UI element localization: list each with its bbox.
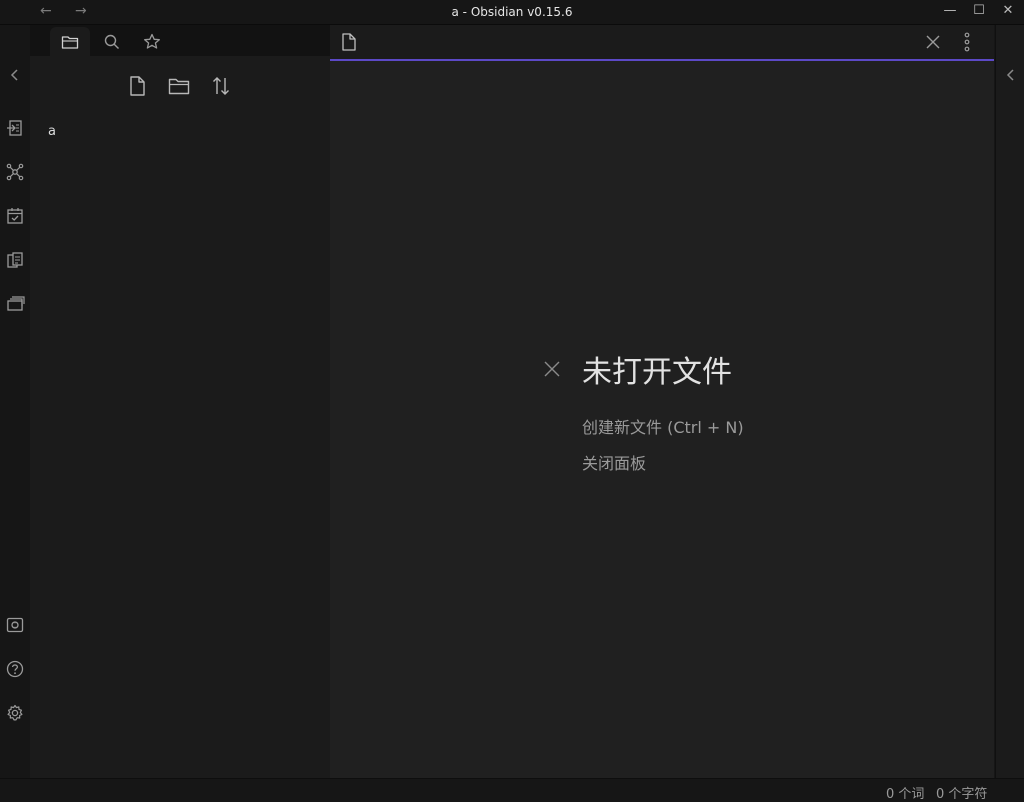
- file-item-a[interactable]: a: [44, 122, 60, 141]
- more-options-icon[interactable]: [958, 31, 976, 53]
- word-count: 0 个词: [886, 787, 925, 802]
- search-icon: [104, 34, 119, 49]
- file-icon: [342, 33, 356, 51]
- help-icon[interactable]: [5, 659, 25, 679]
- character-count: 0 个字符: [936, 787, 988, 802]
- folder-icon: [61, 36, 79, 49]
- star-icon: [144, 33, 160, 49]
- tab-files[interactable]: [50, 27, 90, 56]
- new-note-button[interactable]: [124, 73, 150, 99]
- close-icon[interactable]: [542, 359, 562, 379]
- sidebar-tab-bar: [30, 25, 330, 56]
- graph-view-icon[interactable]: [5, 162, 25, 182]
- view-header: [330, 25, 994, 61]
- vault-switcher-icon[interactable]: [5, 615, 25, 635]
- expand-right-sidebar-icon[interactable]: [1001, 65, 1021, 85]
- left-sidebar: a: [30, 25, 330, 778]
- slides-icon[interactable]: [5, 294, 25, 314]
- collapse-left-sidebar-icon[interactable]: [5, 65, 25, 85]
- sort-button[interactable]: [208, 73, 234, 99]
- main-pane: 未打开文件 创建新文件 (Ctrl + N) 关闭面板: [330, 25, 994, 778]
- tab-starred[interactable]: [132, 27, 172, 56]
- close-tab-icon[interactable]: [924, 33, 942, 51]
- new-folder-icon: [168, 78, 190, 95]
- tab-search[interactable]: [92, 27, 132, 56]
- create-new-file-link[interactable]: 创建新文件 (Ctrl + N): [582, 414, 744, 438]
- new-folder-button[interactable]: [166, 73, 192, 99]
- settings-icon[interactable]: [5, 703, 25, 723]
- window-title: a - Obsidian v0.15.6: [451, 5, 573, 19]
- title-bar: ← → a - Obsidian v0.15.6 — ☐ ✕: [0, 0, 1024, 25]
- close-window-button[interactable]: ✕: [998, 3, 1018, 21]
- right-ribbon: [995, 25, 1024, 778]
- daily-note-icon[interactable]: [5, 206, 25, 226]
- empty-state-title: 未打开文件: [582, 355, 732, 390]
- minimize-button[interactable]: —: [940, 3, 960, 21]
- status-bar: 0 个词 0 个字符: [0, 778, 1024, 802]
- open-quick-switcher-icon[interactable]: [5, 118, 25, 138]
- close-pane-link[interactable]: 关闭面板: [582, 450, 646, 474]
- sort-icon: [213, 77, 229, 95]
- templates-icon[interactable]: [5, 250, 25, 270]
- left-ribbon: [0, 25, 31, 778]
- maximize-button[interactable]: ☐: [969, 3, 989, 21]
- new-note-icon: [130, 76, 145, 96]
